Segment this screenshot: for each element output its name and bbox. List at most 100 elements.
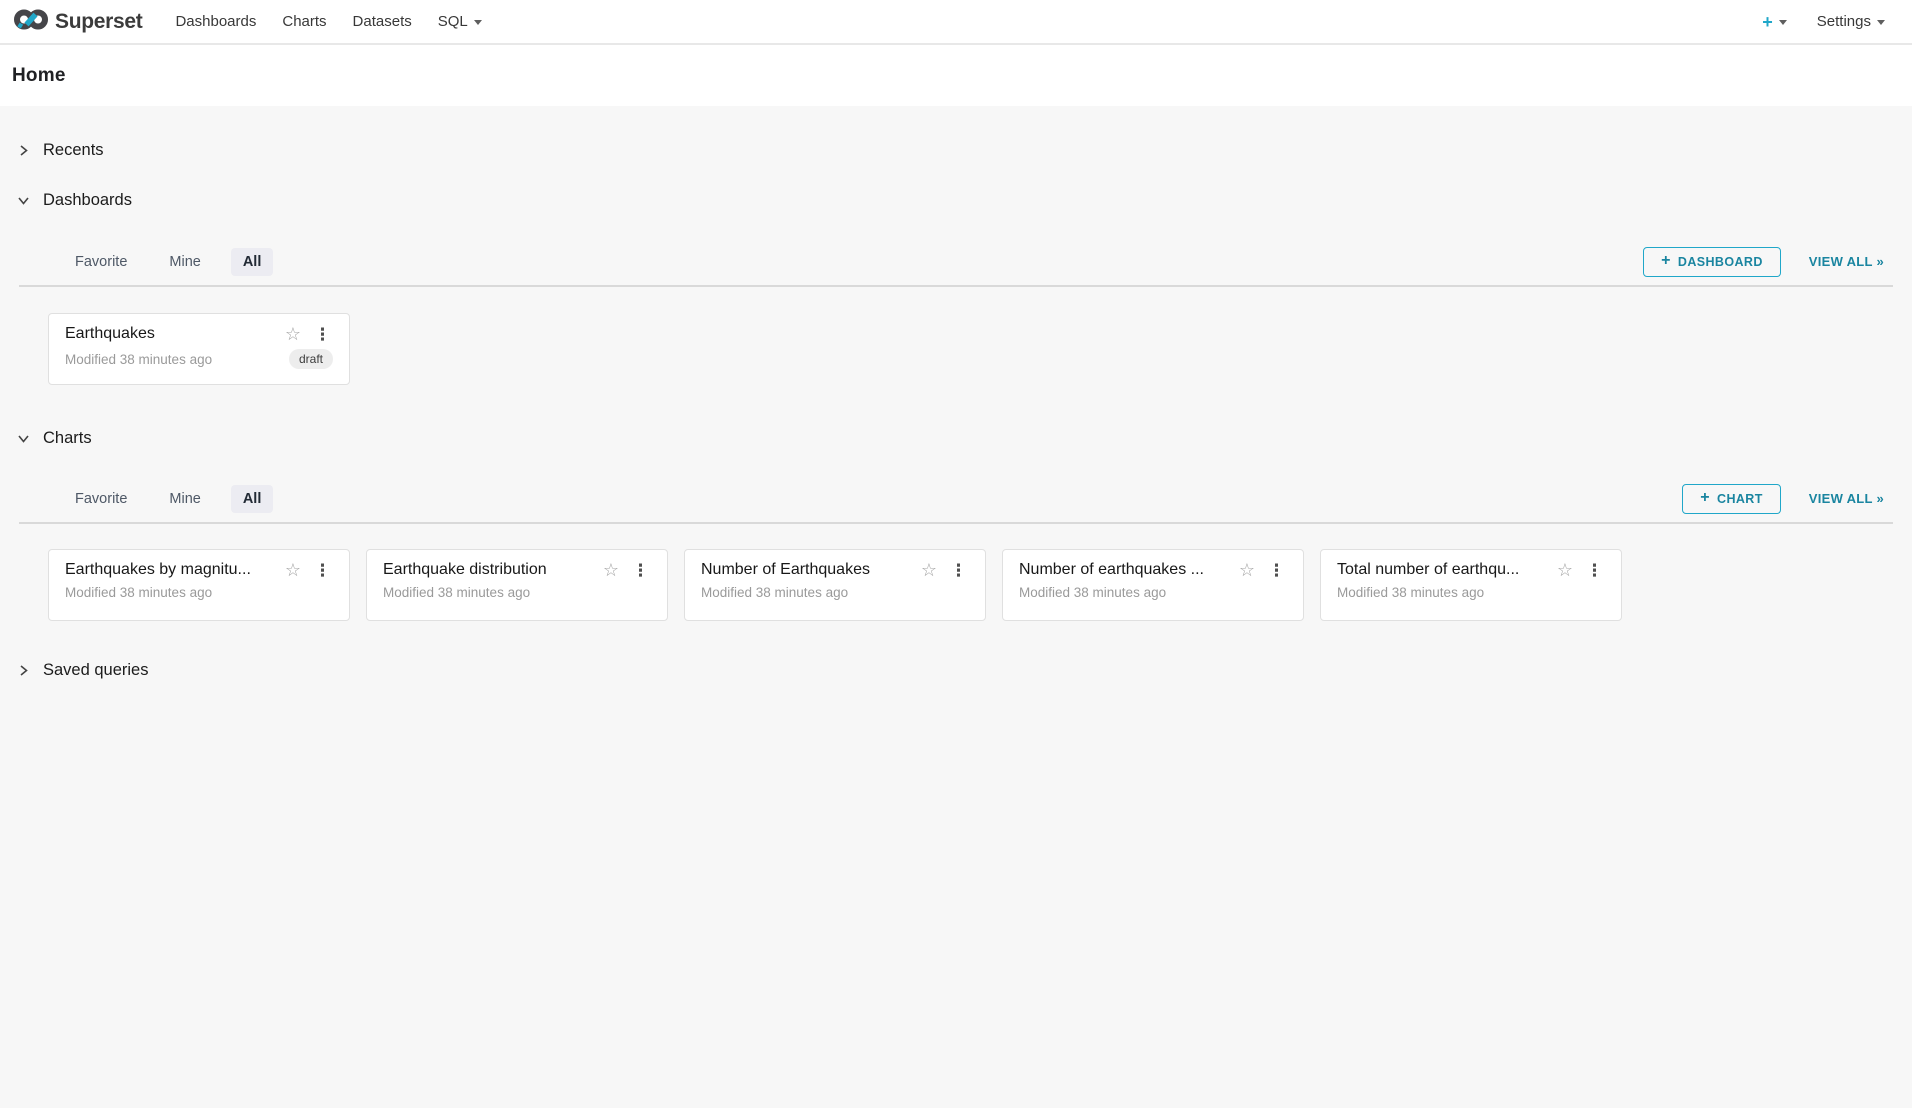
chart-card-title[interactable]: Total number of earthqu... <box>1337 561 1549 579</box>
favorite-star-icon[interactable]: ☆ <box>603 561 619 579</box>
card-actions: ☆ ⋮ <box>285 561 333 579</box>
card-header: Earthquakes by magnitu... ☆ ⋮ <box>65 561 333 579</box>
charts-section-label: Charts <box>43 429 92 448</box>
dashboards-view-all-link[interactable]: VIEW ALL » <box>1809 254 1884 269</box>
card-footer: Modified 38 minutes ago <box>1019 585 1287 600</box>
card-actions: ☆ ⋮ <box>921 561 969 579</box>
new-chart-button[interactable]: + CHART <box>1682 484 1781 514</box>
saved-queries-section-label: Saved queries <box>43 661 149 680</box>
chevron-right-icon <box>17 664 30 677</box>
kebab-menu-icon[interactable]: ⋮ <box>630 562 651 579</box>
top-navbar: Superset Dashboards Charts Datasets SQL … <box>0 0 1912 45</box>
nav-sql-label: SQL <box>438 13 468 30</box>
new-dashboard-button[interactable]: + DASHBOARD <box>1643 247 1781 277</box>
chevron-down-icon <box>17 432 30 445</box>
chart-card-title[interactable]: Earthquake distribution <box>383 561 595 579</box>
card-actions: ☆ ⋮ <box>1239 561 1287 579</box>
plus-icon: + <box>1661 253 1671 269</box>
modified-timestamp: Modified 38 minutes ago <box>1337 585 1484 600</box>
chart-card-title[interactable]: Earthquakes by magnitu... <box>65 561 277 579</box>
favorite-star-icon[interactable]: ☆ <box>1239 561 1255 579</box>
chart-card[interactable]: Earthquake distribution ☆ ⋮ Modified 38 … <box>366 549 668 621</box>
charts-filter-tabs: Favorite Mine All <box>63 485 273 513</box>
card-actions: ☆ ⋮ <box>603 561 651 579</box>
tab-mine[interactable]: Mine <box>157 485 212 513</box>
kebab-menu-icon[interactable]: ⋮ <box>312 562 333 579</box>
brand-name: Superset <box>55 10 142 34</box>
kebab-menu-icon[interactable]: ⋮ <box>1584 562 1605 579</box>
tab-all[interactable]: All <box>231 485 274 513</box>
plus-icon: + <box>1700 490 1710 506</box>
chart-card-title[interactable]: Number of Earthquakes <box>701 561 913 579</box>
superset-logo[interactable]: Superset <box>14 8 142 36</box>
nav-datasets[interactable]: Datasets <box>340 0 425 43</box>
card-actions: ☆ ⋮ <box>285 325 333 343</box>
card-header: Number of earthquakes ... ☆ ⋮ <box>1019 561 1287 579</box>
modified-timestamp: Modified 38 minutes ago <box>65 585 212 600</box>
dashboards-section-label: Dashboards <box>43 191 132 210</box>
dashboards-filter-tabs: Favorite Mine All <box>63 248 273 276</box>
page-title: Home <box>12 65 66 87</box>
kebab-menu-icon[interactable]: ⋮ <box>312 326 333 343</box>
recents-section-toggle[interactable]: Recents <box>0 130 1912 170</box>
card-footer: Modified 38 minutes ago <box>701 585 969 600</box>
card-footer: Modified 38 minutes ago <box>383 585 651 600</box>
card-header: Total number of earthqu... ☆ ⋮ <box>1337 561 1605 579</box>
favorite-star-icon[interactable]: ☆ <box>285 561 301 579</box>
dashboard-card-title[interactable]: Earthquakes <box>65 325 277 343</box>
chart-card[interactable]: Earthquakes by magnitu... ☆ ⋮ Modified 3… <box>48 549 350 621</box>
nav-sql[interactable]: SQL <box>425 0 495 43</box>
tab-favorite[interactable]: Favorite <box>63 485 139 513</box>
chart-card[interactable]: Number of Earthquakes ☆ ⋮ Modified 38 mi… <box>684 549 986 621</box>
card-footer: Modified 38 minutes ago <box>1337 585 1605 600</box>
new-chart-button-label: CHART <box>1717 492 1763 506</box>
nav-dashboards[interactable]: Dashboards <box>162 0 269 43</box>
tab-mine[interactable]: Mine <box>157 248 212 276</box>
caret-down-icon <box>1779 20 1787 25</box>
tab-all[interactable]: All <box>231 248 274 276</box>
home-content: Recents Dashboards Favorite Mine All + D… <box>0 106 1912 1108</box>
new-item-menu[interactable]: + <box>1762 13 1787 31</box>
card-actions: ☆ ⋮ <box>1557 561 1605 579</box>
charts-submenu-actions: + CHART VIEW ALL » <box>1682 484 1884 514</box>
nav-charts[interactable]: Charts <box>269 0 339 43</box>
recents-section-label: Recents <box>43 141 104 160</box>
navbar-right: + Settings <box>1762 13 1885 31</box>
dashboards-cards-row: Earthquakes ☆ ⋮ Modified 38 minutes ago … <box>48 313 1912 385</box>
chart-card-title[interactable]: Number of earthquakes ... <box>1019 561 1231 579</box>
caret-down-icon <box>474 20 482 25</box>
superset-infinity-icon <box>14 8 48 36</box>
charts-view-all-link[interactable]: VIEW ALL » <box>1809 491 1884 506</box>
kebab-menu-icon[interactable]: ⋮ <box>1266 562 1287 579</box>
modified-timestamp: Modified 38 minutes ago <box>1019 585 1166 600</box>
card-footer: Modified 38 minutes ago <box>65 585 333 600</box>
saved-queries-section-toggle[interactable]: Saved queries <box>0 650 1912 690</box>
charts-section-toggle[interactable]: Charts <box>0 418 1912 458</box>
modified-timestamp: Modified 38 minutes ago <box>65 352 212 367</box>
kebab-menu-icon[interactable]: ⋮ <box>948 562 969 579</box>
new-dashboard-button-label: DASHBOARD <box>1678 255 1763 269</box>
favorite-star-icon[interactable]: ☆ <box>1557 561 1573 579</box>
chart-card[interactable]: Number of earthquakes ... ☆ ⋮ Modified 3… <box>1002 549 1304 621</box>
charts-submenu: Favorite Mine All + CHART VIEW ALL » <box>19 475 1893 524</box>
card-footer: Modified 38 minutes ago draft <box>65 349 333 369</box>
favorite-star-icon[interactable]: ☆ <box>921 561 937 579</box>
card-header: Earthquakes ☆ ⋮ <box>65 325 333 343</box>
favorite-star-icon[interactable]: ☆ <box>285 325 301 343</box>
chart-card[interactable]: Total number of earthqu... ☆ ⋮ Modified … <box>1320 549 1622 621</box>
dashboards-section-toggle[interactable]: Dashboards <box>0 180 1912 220</box>
modified-timestamp: Modified 38 minutes ago <box>701 585 848 600</box>
caret-down-icon <box>1877 20 1885 25</box>
dashboards-submenu: Favorite Mine All + DASHBOARD VIEW ALL » <box>19 238 1893 287</box>
settings-menu[interactable]: Settings <box>1817 13 1885 30</box>
draft-status-badge: draft <box>289 349 333 369</box>
tab-favorite[interactable]: Favorite <box>63 248 139 276</box>
charts-cards-row: Earthquakes by magnitu... ☆ ⋮ Modified 3… <box>48 549 1912 621</box>
card-header: Number of Earthquakes ☆ ⋮ <box>701 561 969 579</box>
page-header: Home <box>0 45 1912 106</box>
dashboard-card[interactable]: Earthquakes ☆ ⋮ Modified 38 minutes ago … <box>48 313 350 385</box>
chevron-down-icon <box>17 194 30 207</box>
main-nav: Dashboards Charts Datasets SQL <box>162 0 494 43</box>
modified-timestamp: Modified 38 minutes ago <box>383 585 530 600</box>
settings-label: Settings <box>1817 13 1871 30</box>
